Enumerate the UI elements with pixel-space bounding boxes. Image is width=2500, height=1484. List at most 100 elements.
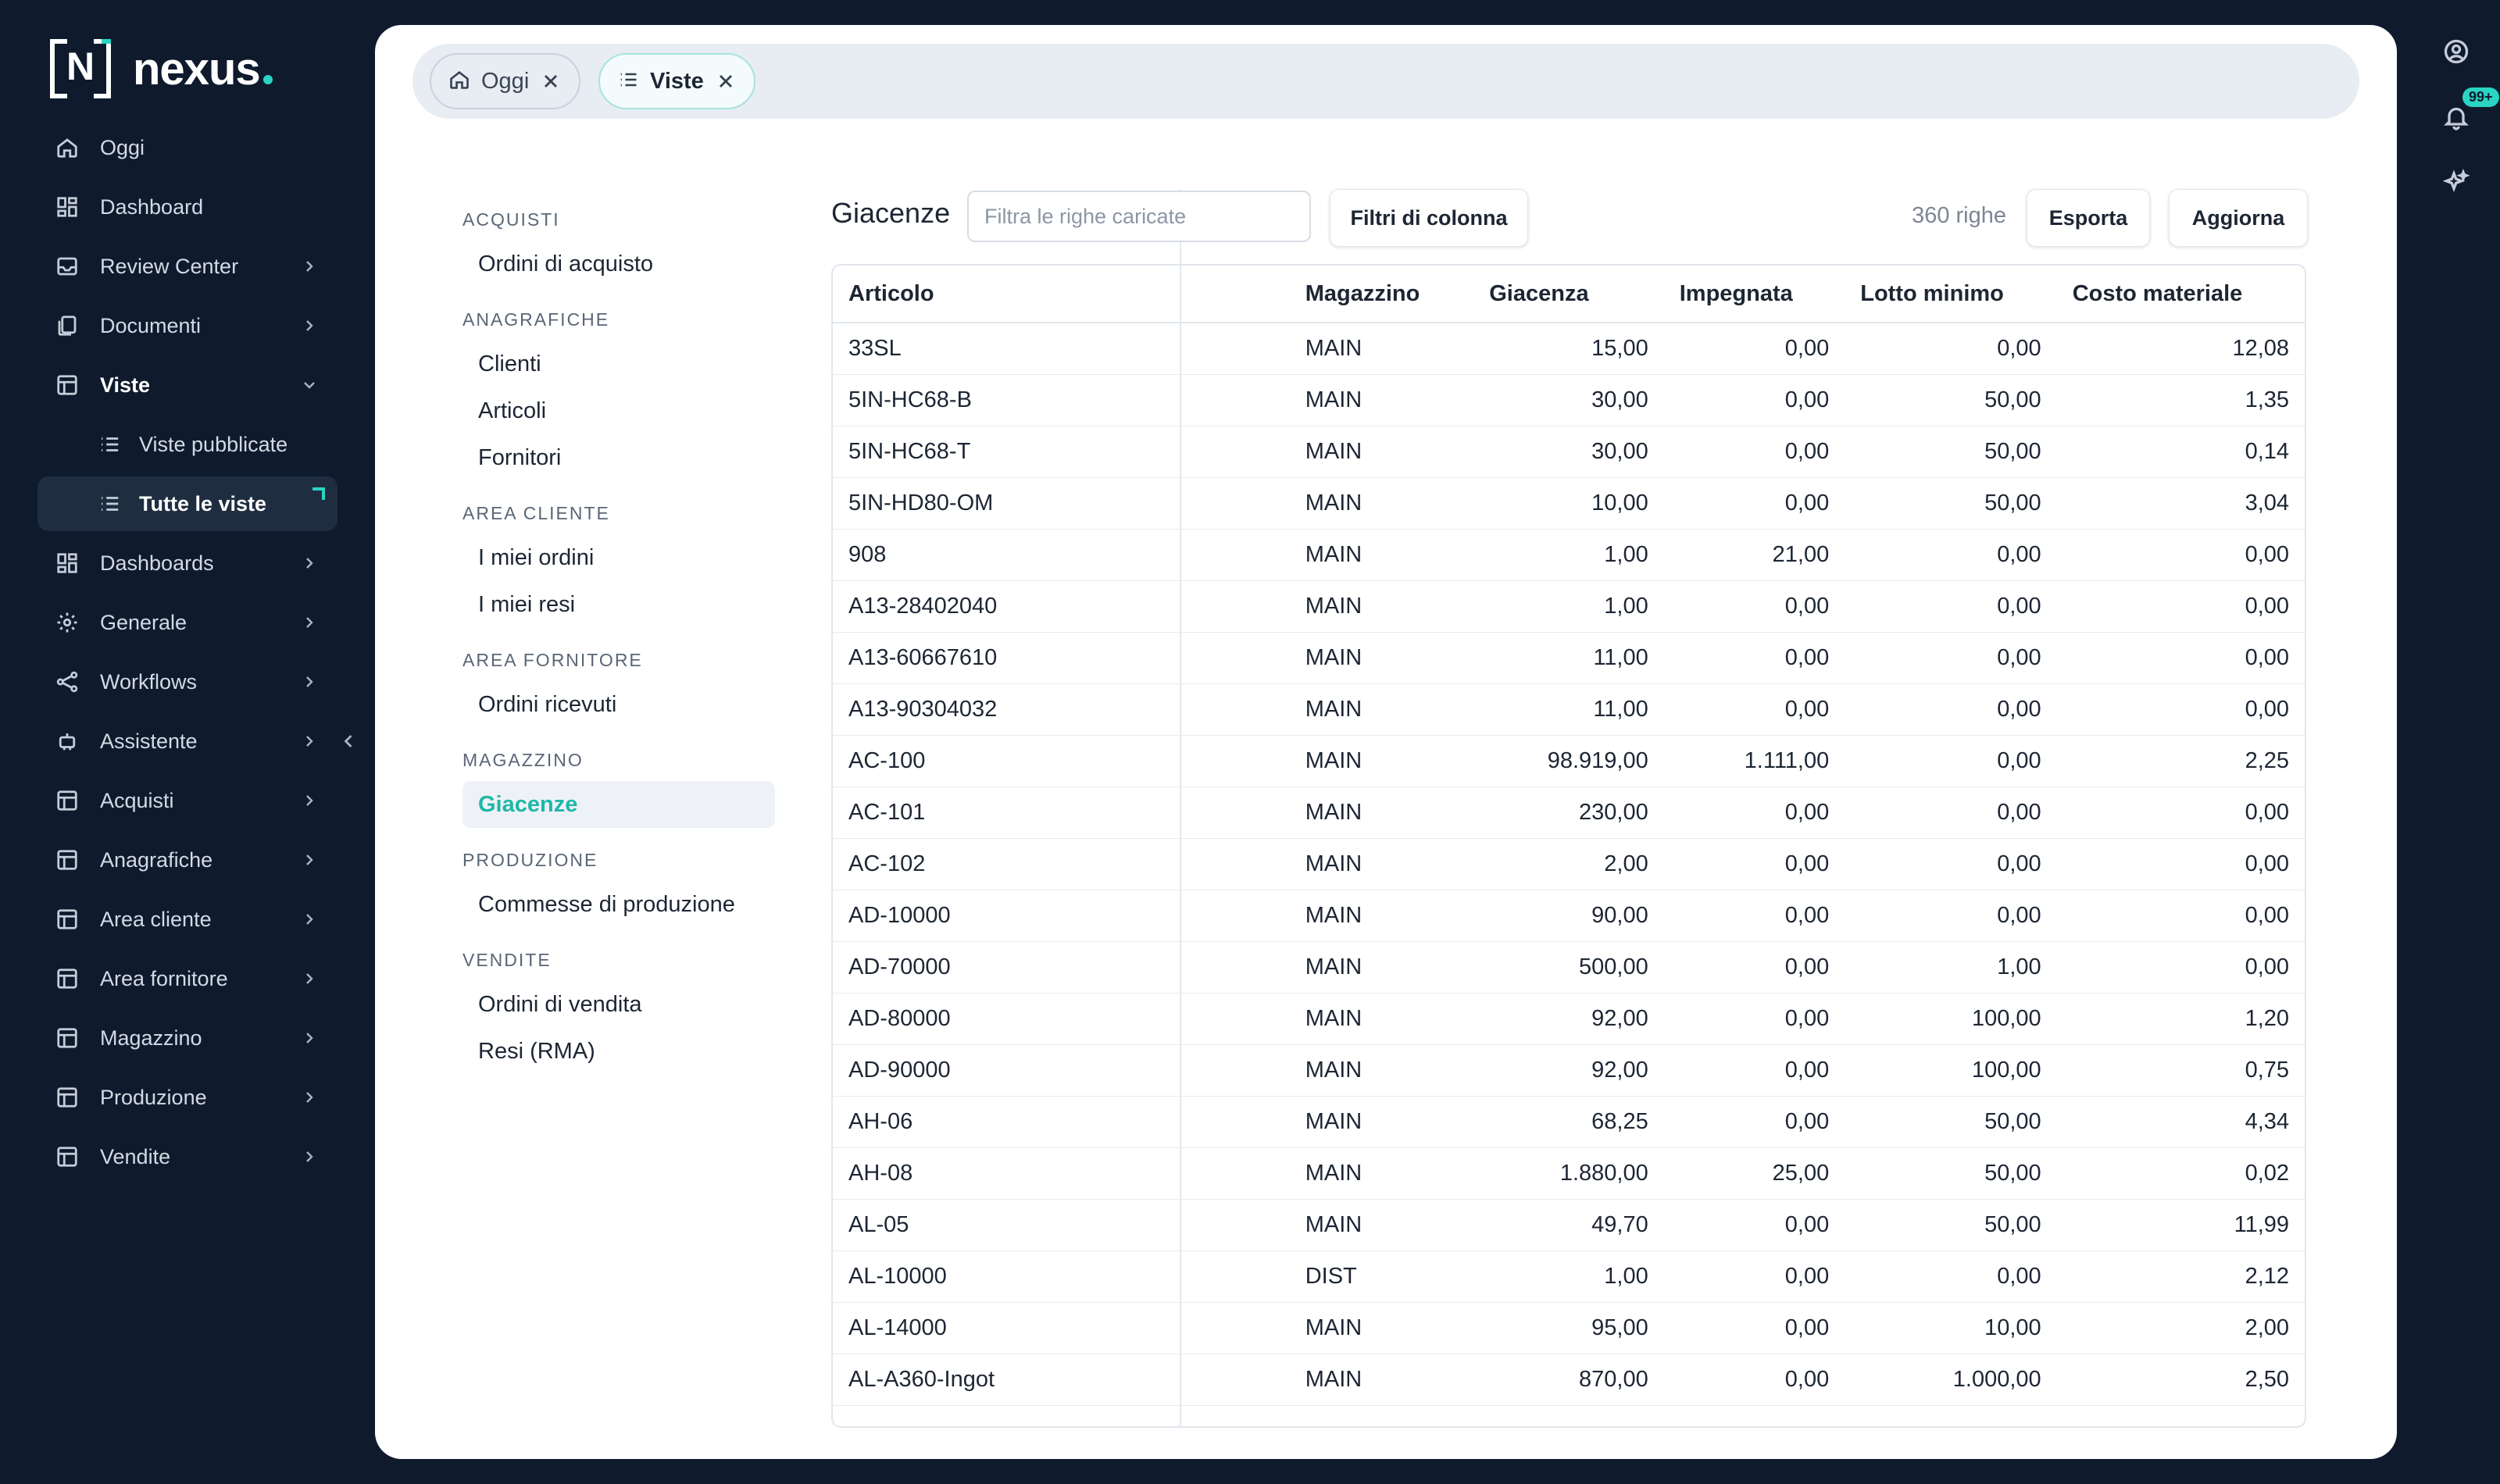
filter-rows-input[interactable] — [967, 191, 1311, 242]
view-item-active[interactable]: Giacenze — [462, 781, 775, 828]
table-row[interactable]: AH-08 MAIN 1.880,00 25,00 50,00 0,02 — [833, 1148, 2305, 1200]
table-cell: MAIN — [1305, 1367, 1362, 1392]
sidebar-item-dashboards[interactable]: Dashboards — [38, 536, 338, 590]
table-row[interactable]: AD-10000 MAIN 90,00 0,00 0,00 0,00 — [833, 890, 2305, 942]
table-row[interactable]: AL-10000 DIST 1,00 0,00 0,00 2,12 — [833, 1251, 2305, 1303]
table-cell: 0,00 — [1997, 542, 2041, 567]
table-row[interactable]: AD-70000 MAIN 500,00 0,00 1,00 0,00 — [833, 942, 2305, 993]
sidebar-item-label: Vendite — [100, 1144, 171, 1168]
table-row[interactable]: AL-14000 MAIN 95,00 0,00 10,00 2,00 — [833, 1303, 2305, 1354]
table-icon — [55, 907, 80, 932]
sidebar-item-oggi[interactable]: Oggi — [38, 120, 338, 175]
ai-assistant-button[interactable] — [2434, 161, 2478, 205]
table-body: 33SL MAIN 15,00 0,00 0,00 12,08 5IN-HC68-B MAIN… — [833, 323, 2305, 1406]
table-row[interactable]: AL-A360-Ingot MAIN 870,00 0,00 1.000,00 2,50 — [833, 1354, 2305, 1406]
table-icon — [55, 1026, 80, 1051]
column-header[interactable]: Lotto minimo — [1845, 281, 2056, 307]
dashboard-icon — [55, 194, 80, 219]
table-row[interactable]: AC-101 MAIN 230,00 0,00 0,00 0,00 — [833, 787, 2305, 839]
tab-viste[interactable]: Viste — [598, 53, 755, 109]
account-button[interactable] — [2434, 30, 2478, 73]
table-row[interactable]: 5IN-HC68-T MAIN 30,00 0,00 50,00 0,14 — [833, 426, 2305, 478]
active-indicator — [312, 487, 325, 500]
export-button[interactable]: Esporta — [2027, 189, 2150, 247]
sidebar-item-review-center[interactable]: Review Center — [38, 239, 338, 294]
view-item[interactable]: Resi (RMA) — [462, 1028, 775, 1075]
table-cell: 2,00 — [2245, 1315, 2290, 1340]
table-cell: DIST — [1305, 1264, 1357, 1289]
table-row[interactable]: 908 MAIN 1,00 21,00 0,00 0,00 — [833, 530, 2305, 581]
table-row[interactable]: AL-05 MAIN 49,70 0,00 50,00 11,99 — [833, 1200, 2305, 1251]
chevron-right-icon — [300, 1147, 319, 1166]
sidebar-item-label: Assistente — [100, 729, 198, 753]
table-cell: 30,00 — [1591, 439, 1648, 464]
view-item[interactable]: Ordini di vendita — [462, 981, 775, 1028]
logo[interactable]: N nexus — [50, 39, 273, 98]
sidebar-item-dashboard[interactable]: Dashboard — [38, 180, 338, 234]
sidebar-item-vendite[interactable]: Vendite — [38, 1129, 338, 1184]
tab-oggi[interactable]: Oggi — [430, 53, 581, 109]
table-row[interactable]: A13-28402040 MAIN 1,00 0,00 0,00 0,00 — [833, 581, 2305, 633]
sidebar-item-viste[interactable]: Viste — [38, 358, 338, 412]
view-item[interactable]: I miei resi — [462, 581, 775, 628]
view-item[interactable]: Articoli — [462, 387, 775, 434]
column-header[interactable]: Costo materiale — [2057, 281, 2305, 307]
sidebar-item-workflows[interactable]: Workflows — [38, 655, 338, 709]
documents-icon — [55, 313, 80, 338]
sidebar-item-generale[interactable]: Generale — [38, 595, 338, 650]
table-row[interactable]: AC-100 MAIN 98.919,00 1.111,00 0,00 2,25 — [833, 736, 2305, 787]
table-cell: 98.919,00 — [1547, 748, 1648, 773]
table-row[interactable]: A13-90304032 MAIN 11,00 0,00 0,00 0,00 — [833, 684, 2305, 736]
sidebar-item-tutte-le-viste[interactable]: Tutte le viste — [38, 476, 338, 531]
collapse-sidebar-button[interactable] — [338, 730, 359, 752]
table-cell: 50,00 — [1984, 1212, 2041, 1237]
table-row[interactable]: 5IN-HD80-OM MAIN 10,00 0,00 50,00 3,04 — [833, 478, 2305, 530]
table-cell: 230,00 — [1579, 800, 1648, 825]
close-icon[interactable] — [715, 70, 737, 92]
views-section-title: MAGAZZINO — [462, 750, 584, 770]
view-item[interactable]: Commesse di produzione — [462, 881, 775, 928]
table-cell: 0,00 — [1784, 491, 1830, 515]
close-icon[interactable] — [540, 70, 562, 92]
table-row[interactable]: 5IN-HC68-B MAIN 30,00 0,00 50,00 1,35 — [833, 375, 2305, 426]
sidebar-item-label: Viste pubblicate — [139, 432, 288, 456]
table-cell: 92,00 — [1591, 1006, 1648, 1031]
sidebar-item-acquisti[interactable]: Acquisti — [38, 773, 338, 828]
notification-badge: 99+ — [2462, 87, 2499, 107]
sidebar-item-area-fornitore[interactable]: Area fornitore — [38, 951, 338, 1006]
view-item[interactable]: Clienti — [462, 341, 775, 387]
sidebar-item-area-cliente[interactable]: Area cliente — [38, 892, 338, 947]
table-row[interactable]: AD-80000 MAIN 92,00 0,00 100,00 1,20 — [833, 993, 2305, 1045]
table-cell: 33SL — [848, 336, 902, 361]
table-cell: 11,00 — [1593, 645, 1648, 670]
column-header[interactable]: Articolo — [833, 281, 1290, 307]
table-cell: MAIN — [1305, 491, 1362, 515]
table-cell: MAIN — [1305, 594, 1362, 619]
sidebar-item-anagrafiche[interactable]: Anagrafiche — [38, 833, 338, 887]
table-row[interactable]: AC-102 MAIN 2,00 0,00 0,00 0,00 — [833, 839, 2305, 890]
view-item[interactable]: Ordini ricevuti — [462, 681, 775, 728]
view-item[interactable]: Ordini di acquisto — [462, 241, 775, 287]
table-cell: 0,00 — [1784, 1109, 1830, 1134]
column-filters-button[interactable]: Filtri di colonna — [1330, 189, 1528, 247]
table-cell: AL-14000 — [848, 1315, 947, 1340]
sidebar-item-documenti[interactable]: Documenti — [38, 298, 338, 353]
column-header[interactable]: Impegnata — [1664, 281, 1845, 307]
table-cell: 3,04 — [2245, 491, 2290, 515]
table-row[interactable]: AH-06 MAIN 68,25 0,00 50,00 4,34 — [833, 1097, 2305, 1148]
table-cell: 0,00 — [1997, 851, 2041, 876]
column-header[interactable]: Magazzino — [1290, 281, 1474, 307]
sidebar-item-viste-pubblicate[interactable]: Viste pubblicate — [38, 417, 338, 472]
table-row[interactable]: A13-60667610 MAIN 11,00 0,00 0,00 0,00 — [833, 633, 2305, 684]
refresh-button[interactable]: Aggiorna — [2169, 189, 2308, 247]
sidebar-item-assistente[interactable]: Assistente — [38, 714, 338, 769]
tab-label: Oggi — [481, 68, 530, 94]
table-row[interactable]: AD-90000 MAIN 92,00 0,00 100,00 0,75 — [833, 1045, 2305, 1097]
view-item[interactable]: I miei ordini — [462, 534, 775, 581]
sidebar-item-magazzino[interactable]: Magazzino — [38, 1011, 338, 1065]
column-header[interactable]: Giacenza — [1473, 281, 1664, 307]
notifications-button[interactable]: 99+ — [2434, 87, 2499, 139]
table-row[interactable]: 33SL MAIN 15,00 0,00 0,00 12,08 — [833, 323, 2305, 375]
sidebar-item-produzione[interactable]: Produzione — [38, 1070, 338, 1125]
view-item[interactable]: Fornitori — [462, 434, 775, 481]
